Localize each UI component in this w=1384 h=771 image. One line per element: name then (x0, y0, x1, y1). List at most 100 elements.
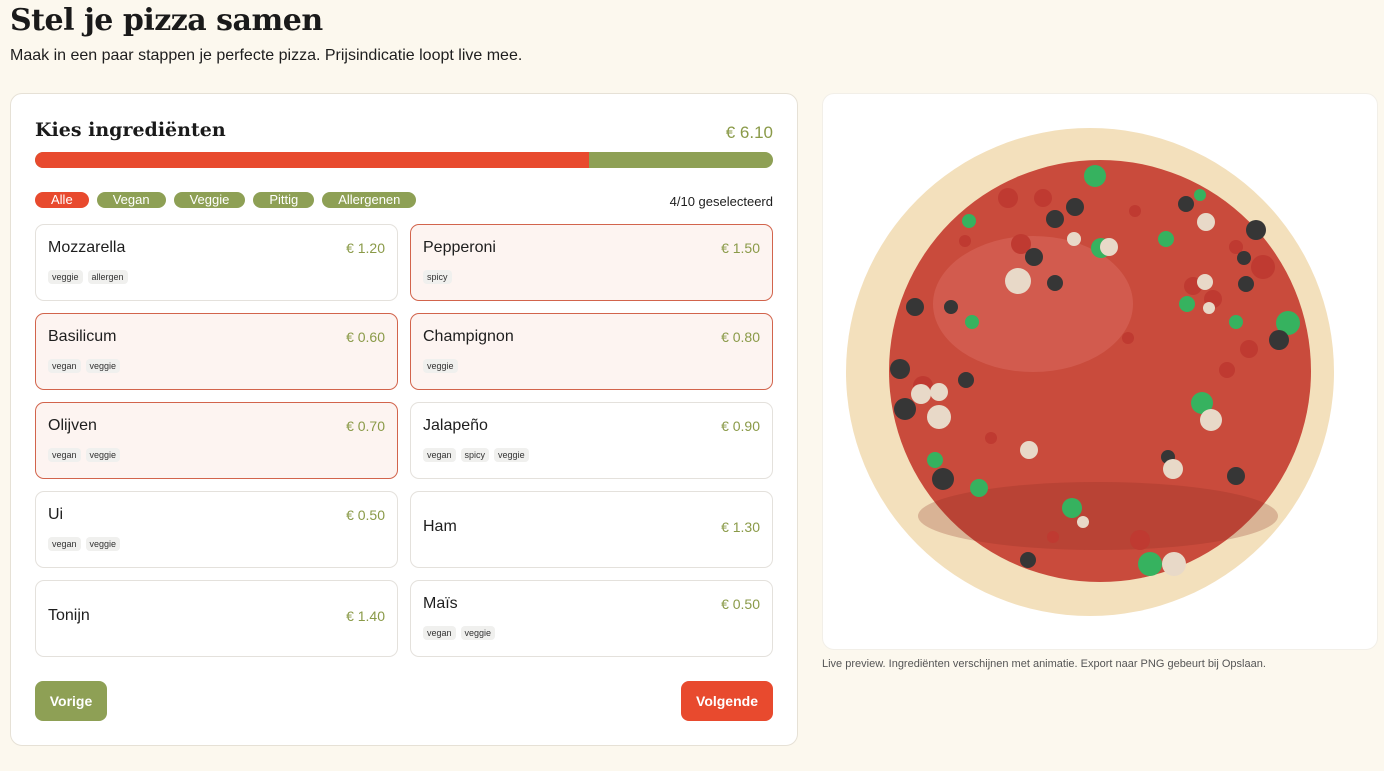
ingredient-card[interactable]: Jalapeño € 0.90 vegan spicy veggie (410, 402, 773, 479)
previous-button[interactable]: Vorige (35, 681, 107, 721)
topping-olive (1238, 276, 1254, 292)
topping-mushroom (1162, 552, 1186, 576)
topping-pepperoni (985, 432, 997, 444)
tag-spicy: spicy (423, 270, 452, 284)
filter-chip-alle[interactable]: Alle (35, 192, 89, 208)
tag-vegan: vegan (48, 537, 81, 551)
topping-basil (1229, 315, 1243, 329)
topping-olive (1047, 275, 1063, 291)
ingredient-card[interactable]: Tonijn € 1.40 (35, 580, 398, 657)
tag-veggie: veggie (494, 448, 529, 462)
panel-title: Kies ingrediënten (35, 119, 226, 141)
ingredient-card[interactable]: Olijven € 0.70 vegan veggie (35, 402, 398, 479)
filter-chip-allergenen[interactable]: Allergenen (322, 192, 417, 208)
ingredient-card[interactable]: Ham € 1.30 (410, 491, 773, 568)
ingredient-price: € 0.50 (721, 596, 760, 612)
ingredient-tags: vegan veggie (48, 448, 121, 462)
topping-basil (1158, 231, 1174, 247)
ingredient-card[interactable]: Pepperoni € 1.50 spicy (410, 224, 773, 301)
filter-chip-vegan[interactable]: Vegan (96, 192, 166, 208)
topping-olive (1227, 467, 1245, 485)
topping-olive (944, 300, 958, 314)
topping-pepperoni (998, 188, 1018, 208)
ingredient-price: € 0.60 (346, 329, 385, 345)
progress-bar (35, 152, 773, 168)
topping-basil (1179, 296, 1195, 312)
page-title: Stel je pizza samen (10, 3, 323, 38)
ingredient-name: Tonijn (48, 607, 90, 624)
topping-olive (932, 468, 954, 490)
ingredient-name: Champignon (423, 328, 514, 345)
filter-chip-veggie[interactable]: Veggie (173, 192, 246, 208)
topping-mushroom (1005, 268, 1031, 294)
topping-pepperoni (959, 235, 971, 247)
topping-pepperoni (1130, 530, 1150, 550)
topping-mushroom (1100, 238, 1118, 256)
topping-pepperoni (1122, 332, 1134, 344)
ingredient-price: € 1.40 (346, 608, 385, 624)
topping-mushroom (1200, 409, 1222, 431)
selected-count: 4/10 geselecteerd (669, 194, 773, 209)
tag-veggie: veggie (423, 359, 458, 373)
ingredient-card[interactable]: Mozzarella € 1.20 veggie allergen (35, 224, 398, 301)
ingredient-name: Jalapeño (423, 417, 488, 434)
topping-pepperoni (1129, 205, 1141, 217)
filter-chip-pittig[interactable]: Pittig (253, 192, 315, 208)
ingredient-card[interactable]: Champignon € 0.80 veggie (410, 313, 773, 390)
topping-olive (1066, 198, 1084, 216)
filter-chips: Alle Vegan Veggie Pittig Allergenen (35, 192, 417, 208)
ingredient-tags: spicy (423, 270, 452, 284)
ingredient-name: Pepperoni (423, 239, 496, 256)
topping-mushroom (911, 384, 931, 404)
tag-veggie: veggie (85, 359, 121, 373)
total-price: € 6.10 (725, 123, 773, 142)
topping-pepperoni (1034, 189, 1052, 207)
topping-olive (1178, 196, 1194, 212)
pizza-preview-panel (822, 93, 1378, 650)
topping-olive (1269, 330, 1289, 350)
ingredient-card[interactable]: Basilicum € 0.60 vegan veggie (35, 313, 398, 390)
next-button[interactable]: Volgende (681, 681, 773, 721)
ingredient-card[interactable]: Ui € 0.50 vegan veggie (35, 491, 398, 568)
progress-fill (35, 152, 589, 168)
ingredient-tags: vegan veggie (48, 537, 121, 551)
page-subtitle: Maak in een paar stappen je perfecte piz… (10, 47, 523, 64)
ingredient-tags: vegan veggie (423, 626, 496, 640)
topping-pepperoni (1240, 340, 1258, 358)
preview-caption: Live preview. Ingrediënten verschijnen m… (822, 658, 1266, 670)
topping-mushroom (930, 383, 948, 401)
tag-vegan: vegan (423, 626, 456, 640)
ingredient-name: Olijven (48, 417, 97, 434)
tag-veggie: veggie (85, 448, 121, 462)
topping-olive (1237, 251, 1251, 265)
ingredient-name: Ham (423, 518, 457, 535)
topping-olive (1246, 220, 1266, 240)
ingredient-price: € 0.90 (721, 418, 760, 434)
ingredient-price: € 1.50 (721, 240, 760, 256)
topping-pepperoni (1219, 362, 1235, 378)
ingredient-price: € 0.70 (346, 418, 385, 434)
topping-basil (962, 214, 976, 228)
tag-veggie: veggie (85, 537, 121, 551)
topping-mushroom (1067, 232, 1081, 246)
topping-olive (1020, 552, 1036, 568)
tag-veggie: veggie (460, 626, 496, 640)
topping-mushroom (927, 405, 951, 429)
topping-basil (1194, 189, 1206, 201)
ingredient-name: Maïs (423, 595, 458, 612)
topping-pepperoni (1251, 255, 1275, 279)
topping-basil (1084, 165, 1106, 187)
topping-olive (1025, 248, 1043, 266)
tag-vegan: vegan (423, 448, 456, 462)
topping-basil (927, 452, 943, 468)
topping-mushroom (1203, 302, 1215, 314)
ingredient-grid: Mozzarella € 1.20 veggie allergen Pepperoni €… (35, 224, 773, 657)
ingredient-price: € 1.30 (721, 519, 760, 535)
tag-vegan: vegan (48, 359, 81, 373)
ingredient-name: Basilicum (48, 328, 117, 345)
ingredient-card[interactable]: Maïs € 0.50 vegan veggie (410, 580, 773, 657)
topping-olive (890, 359, 910, 379)
ingredient-tags: vegan veggie (48, 359, 121, 373)
topping-mushroom (1197, 213, 1215, 231)
ingredient-tags: veggie (423, 359, 458, 373)
